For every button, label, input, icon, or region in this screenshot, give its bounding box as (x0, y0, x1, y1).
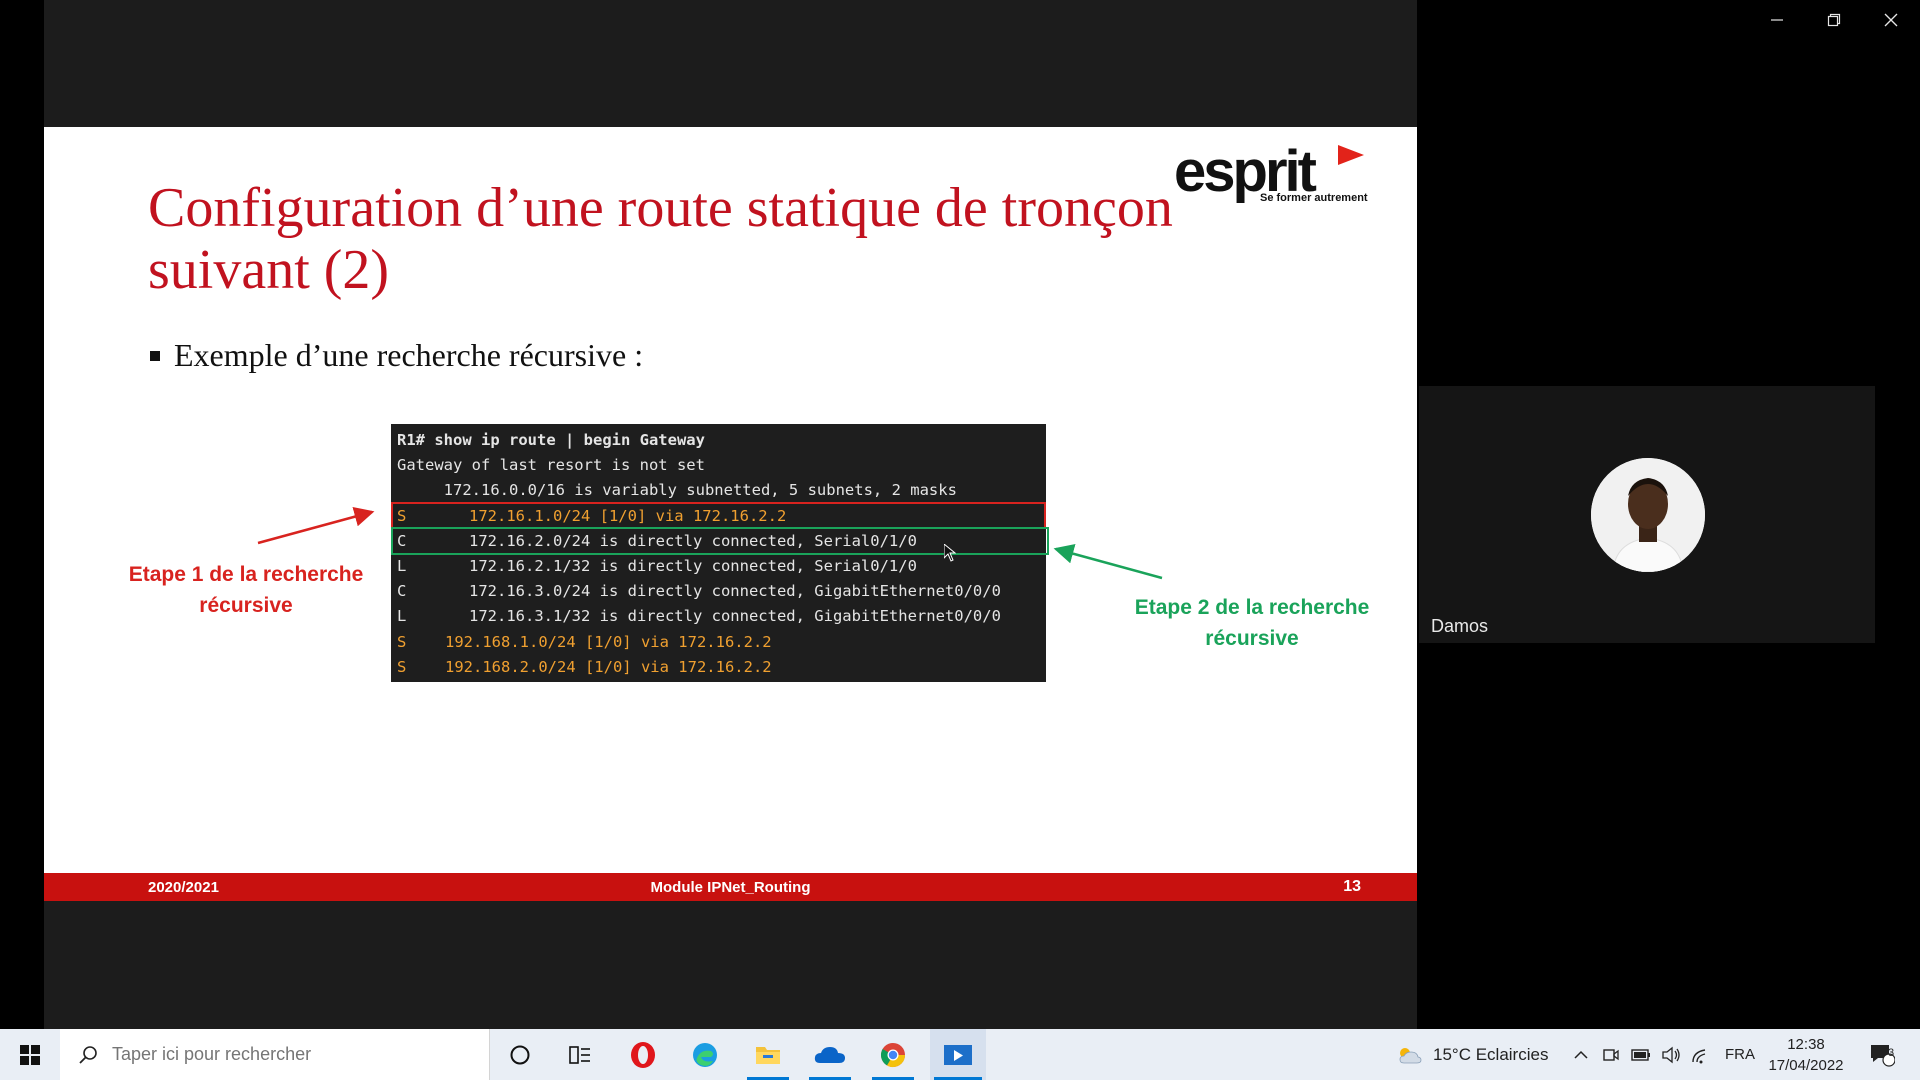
route-code: C (397, 582, 407, 601)
slide-title: Configuration d’une route statique de tr… (148, 177, 1248, 301)
step1-label: Etape 1 de la recherche récursive (128, 563, 364, 617)
start-button[interactable] (0, 1029, 60, 1080)
clock-date: 17/04/2022 (1768, 1057, 1844, 1074)
windows-taskbar: 15°C Eclaircies FRA 12:38 17/04/2022 3 (0, 1029, 1920, 1080)
person-photo-icon (1591, 458, 1705, 572)
speaker-icon (1662, 1046, 1680, 1063)
minimize-icon (1771, 19, 1783, 21)
footer-module: Module IPNet_Routing (650, 879, 811, 896)
route-code: S (397, 657, 407, 676)
wifi-icon (1692, 1048, 1706, 1063)
battery-icon (1631, 1048, 1650, 1061)
camera-icon (1603, 1048, 1619, 1061)
terminal-line: S 192.168.2.0/24 [1/0] via 172.16.2.2 (391, 655, 1046, 680)
terminal-prompt: R1# (397, 431, 425, 449)
terminal-line: C 172.16.3.0/24 is directly connected, Gi… (391, 579, 1046, 604)
terminal-lines: Gateway of last resort is not set 172.16… (391, 453, 1046, 680)
bullet-square-icon (150, 350, 160, 361)
edge-icon (693, 1042, 717, 1067)
restore-button[interactable] (1806, 0, 1862, 40)
step2-label: Etape 2 de la recherche récursive (1134, 596, 1370, 650)
logo-flag-icon (1338, 145, 1364, 165)
onedrive-icon (814, 1046, 845, 1063)
terminal-command: show ip route | begin Gateway (434, 431, 705, 449)
search-input[interactable] (112, 1044, 452, 1065)
action-center-button[interactable]: 3 (1862, 1029, 1902, 1080)
windows-logo-icon (20, 1044, 40, 1065)
weather-partly-sunny-icon (1399, 1047, 1422, 1063)
slide-title-line1: Configuration d’une route statique de tr… (148, 177, 1173, 239)
show-hidden-icons-button[interactable] (1568, 1029, 1594, 1080)
meet-now-button[interactable] (1598, 1029, 1624, 1080)
route-text: 172.16.0.0/16 is variably subnetted, 5 s… (397, 481, 957, 500)
step1-arrow (257, 506, 375, 545)
logo-tagline: Se former autrement (1260, 192, 1368, 204)
mouse-pointer-icon (944, 544, 956, 562)
route-text: Gateway of last resort is not set (397, 456, 705, 475)
slide-footer: 2020/2021 Module IPNet_Routing 13 (44, 873, 1417, 901)
route-text: 192.168.2.0/24 [1/0] via 172.16.2.2 (445, 657, 772, 676)
bullet-item: Exemple d’une recherche récursive : (150, 337, 643, 374)
battery-button[interactable] (1628, 1029, 1654, 1080)
route-text: 172.16.3.1/32 is directly connected, Gig… (469, 607, 1001, 626)
opera-icon (631, 1041, 655, 1068)
bullet-text: Exemple d’une recherche récursive : (174, 337, 644, 373)
route-code: S (397, 632, 407, 651)
terminal-line: 172.16.0.0/16 is variably subnetted, 5 s… (391, 478, 1046, 503)
taskbar-search[interactable] (60, 1029, 490, 1080)
cortana-button[interactable] (495, 1029, 545, 1080)
media-app-button[interactable] (930, 1029, 986, 1080)
terminal-line: L 172.16.3.1/32 is directly connected, Gi… (391, 604, 1046, 629)
presentation-slide: Configuration d’une route statique de tr… (44, 127, 1417, 901)
file-explorer-button[interactable] (743, 1029, 793, 1080)
search-icon (79, 1045, 97, 1064)
participant-avatar (1591, 458, 1705, 572)
esprit-logo: esprit Se former autrement (1174, 141, 1374, 211)
route-text: 172.16.2.1/32 is directly connected, Ser… (469, 556, 917, 575)
opera-button[interactable] (618, 1029, 668, 1080)
weather-button[interactable] (1394, 1029, 1424, 1080)
file-explorer-icon (756, 1046, 780, 1064)
notification-count: 3 (1887, 1047, 1895, 1059)
chrome-icon (880, 1042, 905, 1067)
taskbar-clock[interactable]: 12:38 17/04/2022 (1763, 1034, 1849, 1076)
cortana-icon (510, 1045, 530, 1064)
participant-name: Damos (1431, 616, 1489, 636)
restore-icon (1827, 13, 1841, 27)
onedrive-button[interactable] (805, 1029, 855, 1080)
volume-button[interactable] (1658, 1029, 1684, 1080)
media-app-icon (944, 1044, 972, 1065)
close-icon (1884, 13, 1898, 27)
step2-arrow (1053, 543, 1163, 580)
route-text: 192.168.1.0/24 [1/0] via 172.16.2.2 (445, 632, 772, 651)
task-view-icon (569, 1045, 590, 1064)
footer-page-number: 13 (1343, 878, 1361, 895)
meeting-stage: Configuration d’une route statique de tr… (0, 0, 1920, 1029)
slide-title-line2: suivant (2) (148, 239, 390, 301)
language-indicator[interactable]: FRA (1725, 1029, 1755, 1080)
clock-time: 12:38 (1787, 1036, 1825, 1053)
chrome-button[interactable] (868, 1029, 918, 1080)
task-view-button[interactable] (555, 1029, 605, 1080)
weather-text[interactable]: 15°C Eclaircies (1433, 1029, 1548, 1080)
terminal-line: S 192.168.1.0/24 [1/0] via 172.16.2.2 (391, 630, 1046, 655)
terminal-line: Gateway of last resort is not set (391, 453, 1046, 478)
participant-tile[interactable]: Damos (1419, 386, 1875, 643)
route-code: L (397, 607, 407, 626)
chevron-up-icon (1574, 1050, 1588, 1059)
close-button[interactable] (1863, 0, 1919, 40)
edge-button[interactable] (680, 1029, 730, 1080)
network-button[interactable] (1688, 1029, 1714, 1080)
route-code: L (397, 556, 407, 575)
minimize-button[interactable] (1749, 0, 1805, 40)
terminal-command-line: R1# show ip route | begin Gateway (391, 428, 1046, 453)
highlight-box-step1 (391, 502, 1046, 529)
route-text: 172.16.3.0/24 is directly connected, Gig… (469, 582, 1001, 601)
